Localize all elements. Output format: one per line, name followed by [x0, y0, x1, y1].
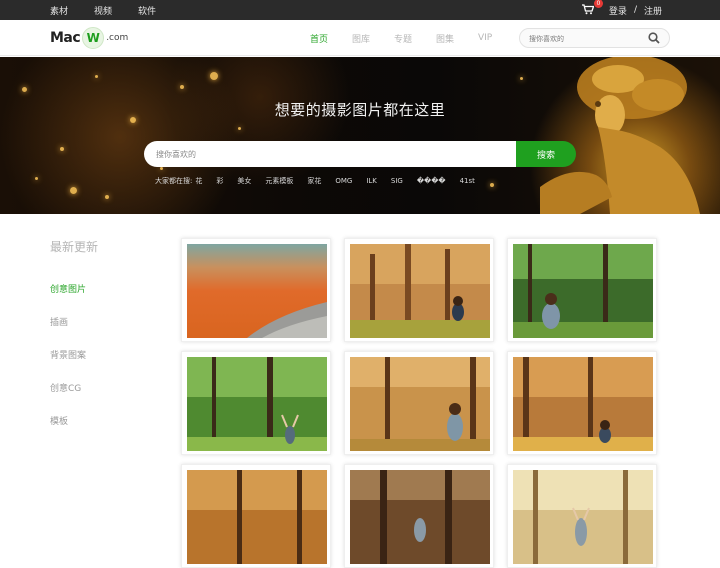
nav-search-input[interactable] [529, 32, 639, 45]
nav-links: 首页 图库 专题 图集 VIP [310, 20, 520, 56]
nav-gallery[interactable]: 图库 [352, 32, 394, 45]
logo-suffix: .com [106, 33, 129, 43]
tag-link[interactable]: ILK [366, 177, 377, 185]
tags-label: 大家都在搜: [155, 177, 193, 185]
orange-lake-photo [187, 244, 327, 338]
hero-search-bar: 搜索 [144, 141, 576, 167]
hero-search-box [144, 141, 516, 167]
register-link[interactable]: 注册 [644, 4, 662, 17]
bokeh-dot [520, 77, 523, 80]
top-link-materials[interactable]: 素材 [50, 4, 68, 17]
tag-link[interactable]: 美女 [237, 176, 251, 186]
tag-link[interactable]: 花 [195, 176, 202, 186]
bokeh-dot [238, 127, 241, 130]
bokeh-dot [210, 72, 218, 80]
sidebar-item-background-patterns[interactable]: 背景图案 [50, 348, 160, 381]
tag-link[interactable]: ���� [417, 177, 446, 185]
sidebar-title: 最新更新 [50, 240, 99, 254]
hero-title: 想要的摄影图片都在这里 [274, 101, 446, 119]
sunlit-forest-dancing-photo [513, 470, 653, 564]
category-sidebar: 最新更新 创意图片 插画 背景图案 创意CG 模板 [50, 238, 160, 447]
top-bar: 素材 视频 软件 0 登录 / 注册 [0, 0, 720, 20]
autumn-forest-walking-photo [350, 357, 490, 451]
separator: / [633, 5, 637, 15]
tag-link[interactable]: 家花 [307, 176, 321, 186]
login-link[interactable]: 登录 [609, 4, 627, 17]
logo-text: Mac [50, 30, 81, 46]
image-card[interactable] [507, 464, 657, 568]
golden-woman-illustration [540, 57, 700, 214]
green-forest-arms-up-photo [187, 357, 327, 451]
bokeh-dot [95, 75, 98, 78]
tag-link[interactable]: 元素模板 [265, 176, 293, 186]
image-card[interactable] [344, 351, 494, 455]
hero-search-button[interactable]: 搜索 [516, 141, 576, 167]
hero-banner: 想要的摄影图片都在这里 搜索 大家都在搜: 花 彩 美女 元素模板 家花 OMG… [0, 57, 720, 214]
autumn-forest-sitting-photo [513, 357, 653, 451]
bokeh-dot [70, 187, 77, 194]
bokeh-dot [35, 177, 38, 180]
image-card[interactable] [344, 464, 494, 568]
nav-albums[interactable]: 图集 [436, 32, 478, 45]
account-links: 0 登录 / 注册 [581, 0, 662, 20]
autumn-forest-girl-photo [350, 244, 490, 338]
nav-topics[interactable]: 专题 [394, 32, 436, 45]
bokeh-dot [180, 85, 184, 89]
image-card[interactable] [344, 238, 494, 342]
logo-mark-icon: W [82, 27, 105, 49]
green-forest-girl-photo [513, 244, 653, 338]
bokeh-dot [22, 87, 27, 92]
search-icon[interactable] [648, 32, 660, 44]
image-card[interactable] [507, 351, 657, 455]
sidebar-item-creative-images[interactable]: 创意图片 [50, 282, 160, 315]
tag-link[interactable]: 彩 [216, 176, 223, 186]
bokeh-dot [160, 167, 163, 170]
image-card[interactable] [181, 464, 331, 568]
top-links: 素材 视频 软件 [50, 0, 156, 20]
bokeh-dot [490, 183, 494, 187]
image-card[interactable] [181, 238, 331, 342]
tag-link[interactable]: 41st [460, 177, 475, 185]
tag-link[interactable]: SIG [391, 177, 403, 185]
main-nav: Mac W .com 首页 图库 专题 图集 VIP [0, 20, 720, 56]
hero-search-input[interactable] [156, 147, 496, 161]
sidebar-item-creative-cg[interactable]: 创意CG [50, 381, 160, 414]
sidebar-item-illustration[interactable]: 插画 [50, 315, 160, 348]
nav-vip[interactable]: VIP [478, 33, 520, 43]
bokeh-dot [105, 195, 109, 199]
sidebar-item-templates[interactable]: 模板 [50, 414, 160, 447]
nav-home[interactable]: 首页 [310, 32, 352, 45]
cart-icon [581, 4, 594, 15]
image-card[interactable] [507, 238, 657, 342]
image-card[interactable] [181, 351, 331, 455]
nav-search-box [519, 28, 670, 48]
dark-forest-standing-photo [350, 470, 490, 564]
cart-count-badge: 0 [593, 0, 603, 8]
autumn-trees-arms-up-photo [187, 470, 327, 564]
top-link-videos[interactable]: 视频 [94, 4, 112, 17]
hot-search-tags: 大家都在搜: 花 彩 美女 元素模板 家花 OMG ILK SIG ���� 4… [155, 175, 489, 187]
cart-button[interactable]: 0 [581, 0, 603, 16]
tag-link[interactable]: OMG [335, 177, 352, 185]
bokeh-dot [60, 147, 64, 151]
site-logo[interactable]: Mac W .com [50, 26, 128, 50]
top-link-software[interactable]: 软件 [138, 4, 156, 17]
